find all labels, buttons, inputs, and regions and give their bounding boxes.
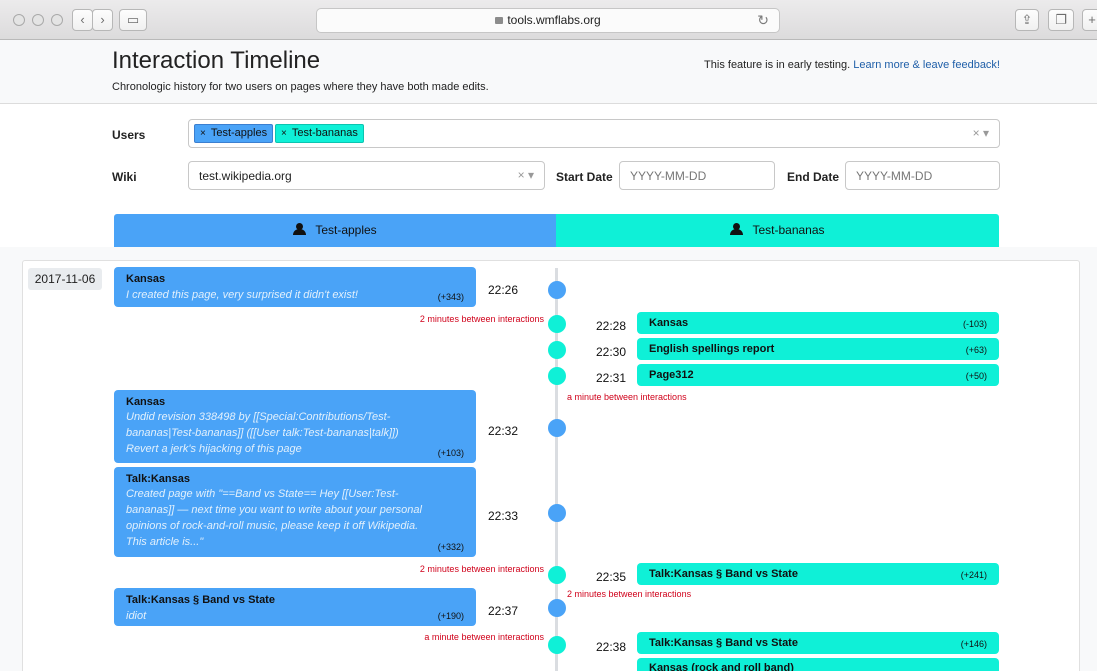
event-time: 22:35 [596, 570, 627, 584]
clear-chevron-icon[interactable]: × ▾ [518, 168, 534, 182]
end-date-label: End Date [787, 170, 840, 184]
left-event-card[interactable]: Kansas I created this page, very surpris… [114, 267, 476, 307]
timeline-dot [548, 315, 566, 333]
left-event-card[interactable]: Talk:Kansas Created page with "==Band vs… [114, 467, 476, 557]
tabs-icon: ❐ [1055, 12, 1067, 27]
event-time: 22:28 [596, 319, 627, 333]
timeline-dot [548, 341, 566, 359]
end-date-placeholder: YYYY-MM-DD [856, 169, 933, 183]
address-bar[interactable]: tools.wmflabs.org ↻ [316, 8, 780, 33]
start-date-input[interactable]: YYYY-MM-DD [619, 161, 775, 190]
start-date-label: Start Date [556, 170, 613, 184]
user-tag-apples[interactable]: × Test-apples [194, 124, 274, 143]
reload-icon[interactable]: ↻ [757, 9, 769, 32]
interaction-gap: 2 minutes between interactions [567, 589, 692, 599]
timeline-dot [548, 367, 566, 385]
wiki-select[interactable]: test.wikipedia.org × ▾ [188, 161, 545, 190]
sidebar-button[interactable]: ▭ [119, 9, 147, 31]
minimize-window-icon[interactable] [32, 14, 44, 26]
timeline-dot [548, 419, 566, 437]
event-time: 22:33 [488, 509, 519, 523]
timeline-dot [548, 281, 566, 299]
browser-toolbar: ‹ › ▭ tools.wmflabs.org ↻ ⇪ ❐ + [0, 0, 1097, 40]
users-select[interactable]: × Test-apples × Test-bananas × ▾ [188, 119, 1000, 148]
end-date-input[interactable]: YYYY-MM-DD [845, 161, 1000, 190]
lock-icon [495, 17, 504, 24]
user-icon [730, 223, 744, 235]
date-badge: 2017-11-06 [28, 268, 102, 290]
sidebar-icon: ▭ [126, 12, 140, 27]
back-button[interactable]: ‹ [72, 9, 93, 31]
timeline-dot [548, 566, 566, 584]
clear-chevron-icon[interactable]: × ▾ [973, 126, 989, 140]
remove-tag-icon[interactable]: × [281, 128, 287, 139]
wiki-label: Wiki [112, 170, 137, 184]
right-event-card[interactable]: Kansas (-103) [637, 312, 999, 334]
chevron-left-icon: ‹ [80, 12, 85, 27]
event-time: 22:38 [596, 640, 627, 654]
left-event-card[interactable]: Talk:Kansas § Band vs State idiot (+190) [114, 588, 476, 626]
event-time: 22:32 [488, 424, 519, 438]
event-time: 22:26 [488, 283, 519, 297]
right-event-card[interactable]: Talk:Kansas § Band vs State (+146) [637, 632, 999, 654]
event-time: 22:31 [596, 371, 627, 385]
notice-text: This feature is in early testing. [704, 59, 851, 71]
timeline-dot [548, 504, 566, 522]
right-event-card[interactable]: English spellings report (+63) [637, 338, 999, 360]
close-window-icon[interactable] [13, 14, 25, 26]
event-time: 22:30 [596, 345, 627, 359]
plus-icon: + [1088, 12, 1096, 27]
interaction-gap: 2 minutes between interactions [419, 314, 544, 324]
new-tab-button[interactable]: + [1082, 9, 1097, 31]
interaction-gap: 2 minutes between interactions [419, 564, 544, 574]
event-time: 22:37 [488, 604, 519, 618]
chevron-right-icon: › [100, 12, 105, 27]
remove-tag-icon[interactable]: × [200, 128, 206, 139]
timeline-dot [548, 599, 566, 617]
user-icon [293, 223, 307, 235]
interaction-gap: a minute between interactions [424, 632, 544, 642]
tabs-button[interactable]: ❐ [1048, 9, 1074, 31]
user-column-right: Test-bananas [556, 214, 999, 247]
wiki-value: test.wikipedia.org [199, 169, 292, 183]
share-icon: ⇪ [1021, 12, 1033, 27]
feedback-link[interactable]: Learn more & leave feedback! [853, 59, 1000, 71]
users-label: Users [112, 128, 146, 142]
share-button[interactable]: ⇪ [1015, 9, 1039, 31]
forward-button[interactable]: › [92, 9, 113, 31]
url-text: tools.wmflabs.org [507, 13, 601, 27]
page-title: Interaction Timeline [112, 47, 321, 74]
right-event-card[interactable]: Kansas (rock and roll band) [637, 658, 999, 671]
timeline-dot [548, 636, 566, 654]
interaction-gap: a minute between interactions [567, 392, 687, 402]
right-event-card[interactable]: Page312 (+50) [637, 364, 999, 386]
start-date-placeholder: YYYY-MM-DD [630, 169, 707, 183]
page-subtitle: Chronologic history for two users on pag… [112, 81, 489, 93]
user-tag-bananas[interactable]: × Test-bananas [275, 124, 364, 143]
testing-notice: This feature is in early testing. Learn … [704, 59, 1000, 71]
left-event-card[interactable]: Kansas Undid revision 338498 by [[Specia… [114, 390, 476, 463]
right-event-card[interactable]: Talk:Kansas § Band vs State (+241) [637, 563, 999, 585]
zoom-window-icon[interactable] [51, 14, 63, 26]
user-column-left: Test-apples [114, 214, 556, 247]
